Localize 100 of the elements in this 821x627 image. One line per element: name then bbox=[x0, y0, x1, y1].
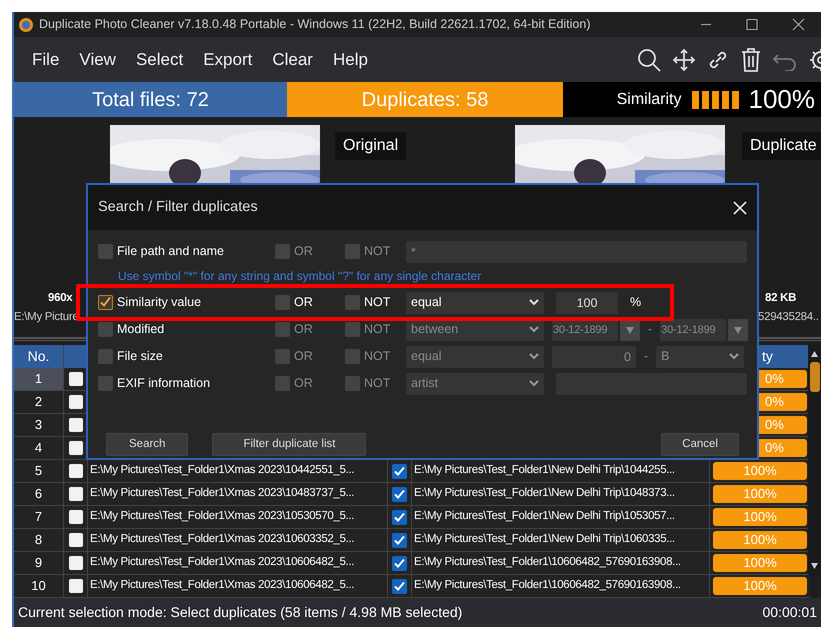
input-field[interactable]: 30-12-1899 bbox=[660, 318, 726, 340]
not-label: NOT bbox=[364, 321, 392, 338]
close-icon[interactable] bbox=[733, 200, 747, 214]
row-number: 2 bbox=[14, 391, 64, 413]
checkbox[interactable] bbox=[98, 322, 113, 337]
row-number: 4 bbox=[14, 437, 64, 459]
input-field[interactable]: * bbox=[406, 240, 747, 262]
menu-item[interactable]: Export bbox=[193, 46, 262, 72]
checkbox[interactable] bbox=[68, 464, 82, 478]
menu-item[interactable]: Help bbox=[322, 46, 378, 72]
similarity-badge: 100% bbox=[713, 485, 807, 503]
chevron-icon bbox=[529, 353, 539, 360]
checkbox[interactable] bbox=[345, 322, 360, 337]
row-number: 7 bbox=[14, 506, 64, 528]
checkbox[interactable] bbox=[98, 349, 113, 364]
dropdown[interactable]: artist bbox=[406, 372, 544, 394]
checkbox[interactable] bbox=[392, 510, 407, 524]
image-dimensions: 960x bbox=[48, 291, 72, 306]
duplicate-label: Duplicate bbox=[742, 132, 821, 160]
menu-item[interactable]: View bbox=[69, 46, 126, 72]
row-number: 5 bbox=[14, 460, 64, 482]
checkbox[interactable] bbox=[275, 376, 290, 391]
file-path: E:\My Pictures\Test_Folder1\New Delhi Trip\1048373... bbox=[414, 486, 675, 502]
window-title: Duplicate Photo Cleaner v7.18.0.48 Portable - Windows 11 (22H2, Build 22621.1702, 64-bit Edition) bbox=[39, 16, 590, 34]
similarity-badge: 100% bbox=[713, 508, 807, 526]
checkbox[interactable] bbox=[98, 376, 113, 391]
checkbox[interactable] bbox=[68, 372, 82, 386]
file-path: E:\My Pictures\Test_Folder1\New Delhi Trip\1044255... bbox=[414, 463, 675, 478]
scrollbar[interactable] bbox=[808, 345, 821, 575]
checkbox[interactable] bbox=[275, 244, 290, 259]
chevron-icon bbox=[529, 326, 539, 333]
file-path: E:\My Pictures\Test_Folder1\Xmas 2023\10606482_5... bbox=[90, 555, 354, 570]
similarity-badge: 100% bbox=[713, 577, 807, 595]
hint-text: Use symbol "*" for any string and symbol "?" for any single character bbox=[118, 268, 482, 285]
not-label: NOT bbox=[364, 375, 392, 392]
chevron-icon bbox=[529, 380, 539, 387]
checkbox[interactable] bbox=[392, 486, 407, 502]
checkbox[interactable] bbox=[68, 533, 82, 547]
dialog-title: Search / Filter duplicates bbox=[98, 198, 258, 217]
checkbox[interactable] bbox=[345, 349, 360, 364]
separator: - bbox=[644, 348, 648, 366]
checkbox[interactable] bbox=[68, 487, 82, 501]
filter-label: EXIF information bbox=[117, 375, 212, 392]
checkbox[interactable] bbox=[392, 532, 407, 548]
checkbox[interactable] bbox=[345, 376, 360, 391]
total-files-banner: Total files: 72 bbox=[14, 82, 287, 117]
input-field[interactable]: 0 bbox=[552, 346, 636, 368]
checkbox[interactable] bbox=[392, 578, 407, 594]
checkbox[interactable] bbox=[68, 441, 82, 455]
file-path: E:\My Pictures\Test_Folder1\New Delhi Trip\1053057... bbox=[414, 509, 675, 524]
move-icon[interactable] bbox=[672, 48, 696, 72]
checkbox[interactable] bbox=[68, 395, 82, 409]
trash-icon[interactable] bbox=[740, 46, 762, 72]
checkbox[interactable] bbox=[275, 349, 290, 364]
row-number: 6 bbox=[14, 483, 64, 505]
dialog-button[interactable]: Filter duplicate list bbox=[212, 433, 366, 456]
menu-item[interactable]: Clear bbox=[262, 46, 323, 72]
filter-label: File size bbox=[117, 348, 164, 366]
dropdown[interactable]: equal bbox=[406, 346, 544, 368]
menu-item[interactable]: File bbox=[22, 46, 70, 72]
dialog-button[interactable]: Search bbox=[106, 433, 188, 456]
row-number: 8 bbox=[14, 529, 64, 551]
checkbox[interactable] bbox=[275, 322, 290, 337]
chevron-icon bbox=[529, 299, 539, 306]
dropdown[interactable]: equal bbox=[406, 292, 544, 314]
duplicates-banner: Duplicates: 58 bbox=[287, 82, 563, 117]
filter-label: File path and name bbox=[117, 243, 226, 260]
similarity-badge: 100% bbox=[713, 554, 807, 572]
file-path: 529435284.. bbox=[758, 310, 819, 325]
file-size: 82 KB bbox=[765, 291, 796, 306]
gear-icon[interactable] bbox=[808, 46, 821, 72]
unit-label: % bbox=[630, 294, 642, 312]
elapsed-time: 00:00:01 bbox=[762, 603, 817, 622]
checkbox[interactable] bbox=[98, 295, 113, 310]
search-icon[interactable] bbox=[636, 46, 662, 72]
similarity-label: Similarity bbox=[616, 90, 682, 110]
input-field[interactable]: 100 bbox=[556, 292, 618, 314]
or-label: OR bbox=[294, 321, 314, 338]
checkbox[interactable] bbox=[345, 295, 360, 310]
checkbox[interactable] bbox=[392, 556, 407, 570]
not-label: NOT bbox=[364, 348, 392, 366]
checkbox[interactable] bbox=[98, 244, 113, 259]
file-path: E:\My Pictures\Test_Folder1\Xmas 2023\10530570_5... bbox=[90, 509, 354, 524]
checkbox[interactable] bbox=[275, 295, 290, 310]
checkbox[interactable] bbox=[68, 579, 82, 593]
checkbox[interactable] bbox=[68, 510, 82, 524]
filter-label: Modified bbox=[117, 321, 166, 338]
row-number: 10 bbox=[14, 575, 64, 597]
checkbox[interactable] bbox=[68, 418, 82, 432]
file-path: E:\My Pictures\Test_Folder1\Xmas 2023\10442551_5... bbox=[90, 463, 354, 478]
dropdown[interactable]: B bbox=[656, 346, 744, 368]
menu-item[interactable]: Select bbox=[126, 46, 194, 72]
app-icon bbox=[18, 16, 34, 32]
row-number: 3 bbox=[14, 414, 64, 436]
dialog-button[interactable]: Cancel bbox=[661, 433, 739, 456]
checkbox[interactable] bbox=[345, 244, 360, 259]
file-path: E:\My Pictures\Test_Folder1\10606482_57690163908... bbox=[414, 578, 681, 594]
similarity-meter bbox=[692, 90, 738, 108]
checkbox[interactable] bbox=[392, 464, 407, 478]
checkbox[interactable] bbox=[68, 556, 82, 570]
